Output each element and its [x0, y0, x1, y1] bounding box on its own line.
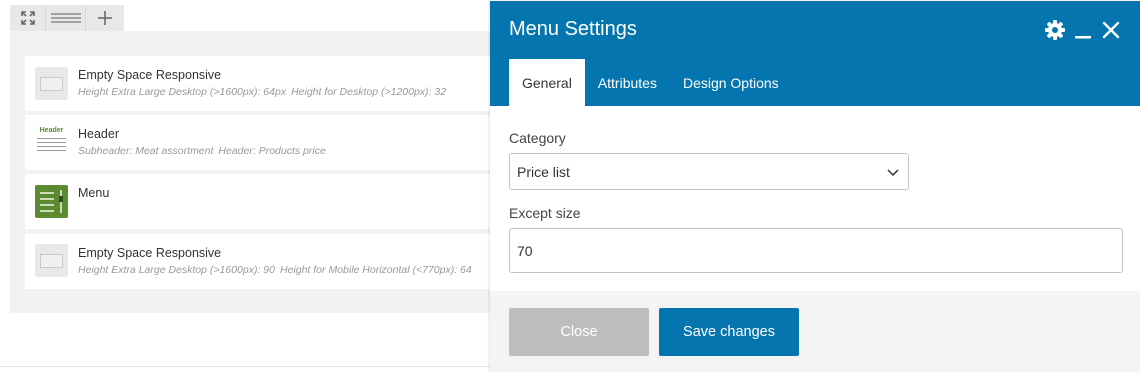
panel-tabs: General Attributes Design Options [509, 59, 792, 106]
close-button[interactable]: Close [509, 308, 649, 356]
element-params: Height Extra Large Desktop (>1600px): 90… [78, 264, 472, 276]
save-changes-button[interactable]: Save changes [659, 308, 799, 356]
plus-icon[interactable] [86, 5, 124, 31]
chevron-down-icon [886, 165, 900, 182]
except-size-label: Except size [509, 205, 581, 221]
tab-attributes[interactable]: Attributes [585, 59, 670, 106]
element-params: Height Extra Large Desktop (>1600px): 64… [78, 86, 447, 98]
except-size-input[interactable]: 70 [509, 228, 1123, 273]
panel-body: Category Price list Except size 70 [490, 106, 1140, 291]
category-label: Category [509, 130, 566, 146]
element-title: Menu [78, 186, 110, 200]
divider [0, 366, 492, 367]
menu-settings-panel: Menu Settings General Attributes Design … [490, 1, 1140, 372]
empty-space-icon [35, 244, 68, 277]
minimize-icon[interactable] [1074, 19, 1092, 41]
header-icon: Header [35, 127, 68, 160]
gear-icon[interactable] [1044, 19, 1066, 41]
tab-general[interactable]: General [509, 59, 585, 106]
menu-element-icon [35, 185, 68, 218]
element-row-empty-space-1[interactable]: Empty Space Responsive Height Extra Larg… [25, 56, 495, 111]
element-title: Header [78, 127, 119, 141]
element-row-menu[interactable]: Menu [25, 174, 495, 229]
element-title: Empty Space Responsive [78, 246, 222, 260]
element-params: Subheader: Meat assortment Header: Produc… [78, 145, 326, 157]
category-select[interactable]: Price list [509, 153, 909, 190]
panel-title: Menu Settings [509, 18, 637, 40]
panel-header-controls [1036, 19, 1120, 41]
fullscreen-icon[interactable] [10, 5, 46, 31]
builder-canvas: Empty Space Responsive Height Extra Larg… [10, 31, 496, 313]
category-select-value: Price list [517, 163, 570, 180]
panel-header: Menu Settings General Attributes Design … [490, 1, 1140, 106]
element-row-header[interactable]: Header Header Subheader: Meat assortment… [25, 115, 495, 170]
element-title: Empty Space Responsive [78, 68, 222, 82]
close-icon[interactable] [1102, 21, 1120, 39]
menu-lines-icon[interactable] [46, 5, 86, 31]
empty-space-icon [35, 67, 68, 100]
element-row-empty-space-2[interactable]: Empty Space Responsive Height Extra Larg… [25, 234, 495, 289]
tab-design-options[interactable]: Design Options [670, 59, 792, 106]
builder-toolbar [10, 5, 124, 31]
